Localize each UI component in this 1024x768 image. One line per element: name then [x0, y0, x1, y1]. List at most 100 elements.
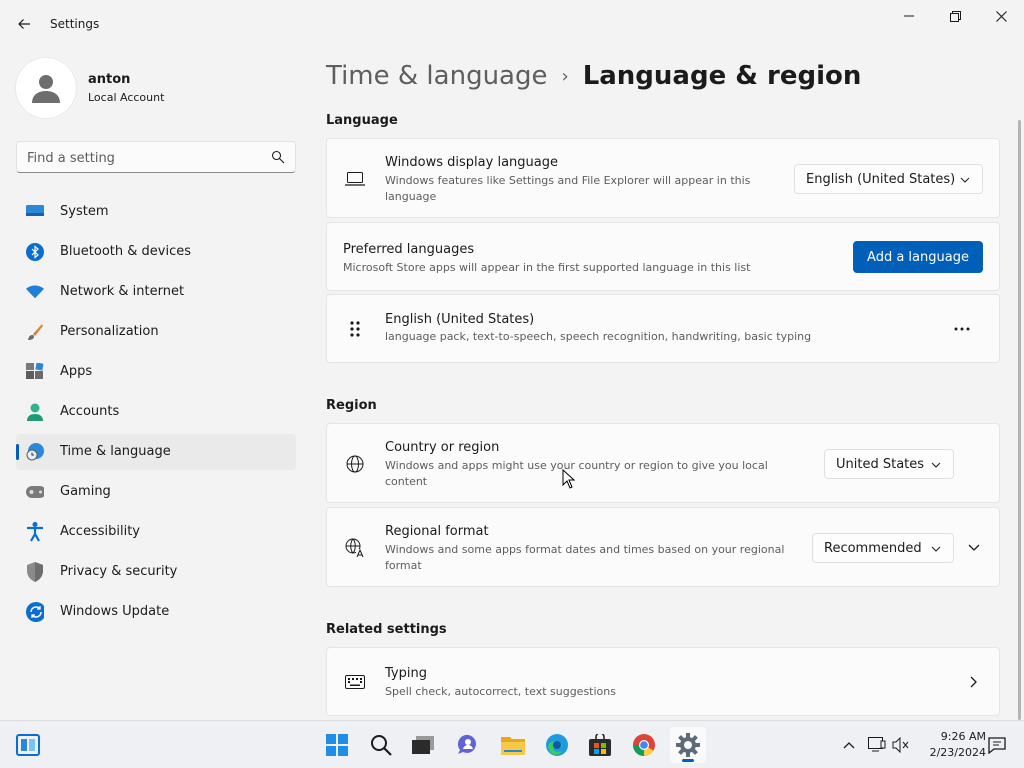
section-title-region: Region [326, 398, 377, 413]
display-language-description: Windows features like Settings and File … [385, 174, 751, 203]
clock-globe-icon [26, 443, 44, 461]
country-region-dropdown[interactable]: United States [824, 449, 954, 479]
start-button[interactable] [319, 727, 355, 763]
search-box [16, 141, 296, 173]
typing-card[interactable]: Typing Spell check, autocorrect, text su… [326, 647, 1000, 716]
country-region-title: Country or region [385, 440, 500, 455]
minimize-button[interactable] [886, 4, 932, 28]
widgets-button[interactable] [10, 727, 46, 763]
title-bar: Settings [0, 0, 1024, 48]
brush-icon [26, 323, 44, 341]
chrome-button[interactable] [626, 727, 662, 763]
volume-tray-button[interactable] [890, 734, 912, 756]
store-icon [589, 734, 611, 756]
expand-regional-format-button[interactable] [959, 533, 989, 563]
bluetooth-icon [26, 243, 44, 261]
task-view-button[interactable] [405, 727, 441, 763]
sidebar-item-label: Gaming [60, 484, 111, 499]
display-language-value: English (United States) [806, 171, 956, 187]
restore-icon [949, 10, 961, 22]
typing-open-button[interactable] [959, 667, 989, 697]
country-region-card: Country or region Windows and apps might… [326, 423, 1000, 503]
profile-name: anton [88, 72, 131, 87]
start-icon [326, 734, 348, 756]
accessibility-icon [26, 522, 44, 542]
taskbar-clock[interactable]: 9:26 AM 2/23/2024 [916, 729, 986, 761]
wifi-icon [26, 283, 44, 301]
sidebar-item-privacy[interactable]: Privacy & security [16, 554, 296, 590]
restore-button[interactable] [932, 4, 978, 28]
sidebar-item-label: Personalization [60, 324, 159, 339]
chevron-down-icon [960, 177, 970, 183]
edge-button[interactable] [539, 727, 575, 763]
person-icon [26, 403, 44, 421]
regional-format-card[interactable]: Regional format Windows and some apps fo… [326, 507, 1000, 587]
regional-format-dropdown[interactable]: Recommended [812, 533, 954, 563]
network-tray-button[interactable] [866, 734, 888, 756]
shield-icon [26, 562, 44, 582]
search-input[interactable] [27, 148, 262, 168]
keyboard-icon [343, 670, 367, 694]
regional-format-value: Recommended [824, 540, 922, 556]
clock-date: 2/23/2024 [929, 746, 986, 759]
person-avatar-icon [32, 75, 60, 103]
sidebar-item-apps[interactable]: Apps [16, 354, 296, 390]
back-button[interactable] [10, 10, 38, 38]
store-button[interactable] [582, 727, 618, 763]
sidebar-item-system[interactable]: System [16, 194, 296, 230]
language-list-item[interactable]: English (United States) language pack, t… [326, 294, 1000, 363]
close-button[interactable] [978, 4, 1024, 28]
scrollbar[interactable] [1018, 120, 1021, 720]
show-hidden-icons-button[interactable] [838, 734, 860, 756]
sidebar-item-accounts[interactable]: Accounts [16, 394, 296, 430]
search-icon [371, 735, 392, 756]
sidebar-item-personalization[interactable]: Personalization [16, 314, 296, 350]
sidebar-item-accessibility[interactable]: Accessibility [16, 514, 296, 550]
sidebar-item-network[interactable]: Network & internet [16, 274, 296, 310]
notifications-button[interactable] [986, 734, 1008, 756]
display-language-card: Windows display language Windows feature… [326, 138, 1000, 218]
globe-icon [343, 452, 367, 476]
avatar [16, 58, 76, 118]
preferred-languages-card: Preferred languages Microsoft Store apps… [326, 222, 1000, 291]
more-options-button[interactable] [947, 314, 977, 344]
display-language-dropdown[interactable]: English (United States) [794, 164, 983, 194]
mouse-cursor-icon [562, 469, 576, 489]
typing-description: Spell check, autocorrect, text suggestio… [385, 685, 616, 698]
sidebar-item-bluetooth[interactable]: Bluetooth & devices [16, 234, 296, 270]
laptop-icon [343, 167, 367, 191]
settings-icon [676, 733, 700, 757]
chat-button[interactable] [450, 727, 486, 763]
file-explorer-button[interactable] [495, 727, 531, 763]
close-icon [995, 10, 1007, 22]
sidebar-item-label: Bluetooth & devices [60, 244, 191, 259]
taskbar-search-button[interactable] [363, 727, 399, 763]
sidebar-item-label: System [60, 204, 109, 219]
regional-format-description: Windows and some apps format dates and t… [385, 543, 785, 572]
breadcrumb-parent[interactable]: Time & language [326, 61, 547, 91]
sidebar-item-label: Network & internet [60, 284, 185, 299]
chevron-down-icon [931, 462, 941, 468]
search-icon[interactable] [271, 150, 285, 164]
section-title-language: Language [326, 113, 398, 128]
chevron-right-icon [970, 676, 977, 688]
sidebar-item-windows-update[interactable]: Windows Update [16, 594, 296, 630]
sidebar-item-label: Accessibility [60, 524, 140, 539]
sidebar-item-label: Time & language [60, 444, 171, 459]
back-arrow-icon [18, 19, 30, 29]
edge-icon [546, 734, 568, 756]
settings-taskbar-button[interactable] [670, 727, 706, 763]
drag-handle-icon[interactable] [343, 317, 367, 341]
country-region-description: Windows and apps might use your country … [385, 459, 768, 488]
minimize-icon [904, 15, 914, 17]
user-profile[interactable]: anton Local Account [16, 58, 296, 118]
installed-language-description: language pack, text-to-speech, speech re… [385, 330, 812, 343]
typing-title: Typing [385, 666, 427, 681]
taskbar: 9:26 AM 2/23/2024 [0, 720, 1024, 768]
installed-language-title: English (United States) [385, 312, 535, 327]
preferred-languages-title: Preferred languages [343, 242, 475, 257]
country-region-value: United States [836, 456, 925, 472]
add-language-button[interactable]: Add a language [853, 241, 983, 273]
sidebar-item-gaming[interactable]: Gaming [16, 474, 296, 510]
sidebar-item-time-language[interactable]: Time & language [16, 434, 296, 470]
